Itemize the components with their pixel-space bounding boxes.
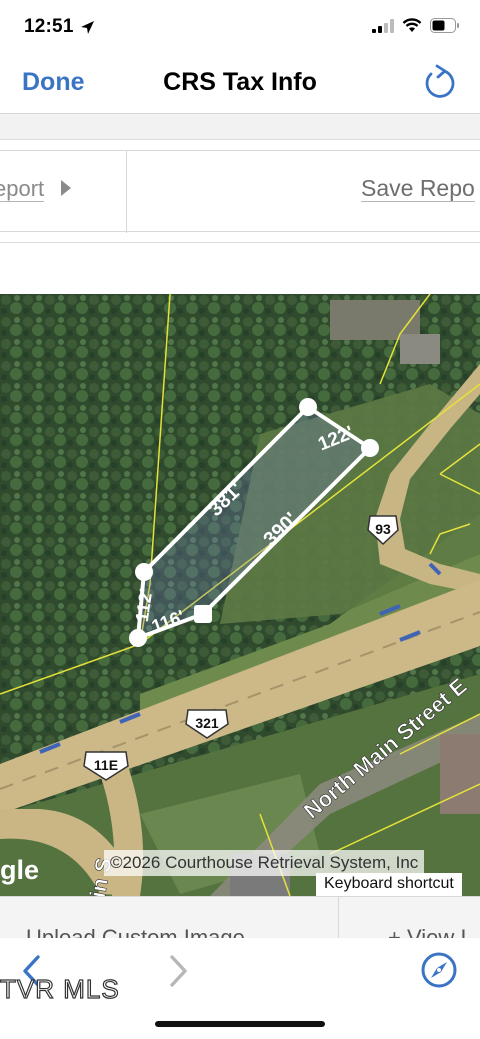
svg-text:93: 93 — [375, 521, 391, 537]
mls-watermark: TVR MLS — [0, 973, 120, 1004]
map-provider-logo: gle — [0, 855, 40, 885]
wifi-icon — [402, 18, 422, 32]
header-strip — [0, 114, 480, 140]
view-button[interactable]: + View I — [388, 925, 466, 938]
page-title: CRS Tax Info — [163, 68, 317, 96]
toolbar-divider — [126, 151, 127, 233]
toolbar-divider — [338, 897, 339, 938]
parcel-map[interactable]: 122' 381' 390' 112' 116' 93 321 11E Nort… — [0, 294, 480, 896]
chevron-right-icon[interactable] — [168, 954, 190, 988]
compass-icon[interactable] — [420, 951, 458, 989]
satellite-imagery: 122' 381' 390' 112' 116' 93 321 11E Nort… — [0, 294, 480, 896]
keyboard-shortcuts-link[interactable]: Keyboard shortcut — [316, 873, 462, 896]
signal-icon — [372, 18, 394, 33]
blank-band — [0, 242, 480, 294]
status-time: 12:51 — [24, 16, 74, 37]
status-bar: 12:51 — [0, 0, 480, 56]
navigation-bar: Done CRS Tax Info — [0, 56, 480, 114]
home-indicator[interactable] — [155, 1021, 325, 1027]
upload-custom-image-button[interactable]: Upload Custom Image — [26, 925, 245, 938]
image-toolbar: Upload Custom Image + View I — [0, 896, 480, 938]
svg-text:321: 321 — [195, 715, 219, 731]
refresh-icon[interactable] — [422, 64, 458, 102]
report-toolbar: eport Save Repo — [0, 150, 480, 233]
caret-right-icon — [61, 180, 71, 196]
report-link[interactable]: eport — [0, 177, 45, 202]
svg-text:11E: 11E — [94, 757, 118, 773]
save-report-button[interactable]: Save Repo — [361, 176, 475, 202]
location-arrow-icon — [81, 21, 94, 34]
battery-icon — [430, 18, 459, 33]
